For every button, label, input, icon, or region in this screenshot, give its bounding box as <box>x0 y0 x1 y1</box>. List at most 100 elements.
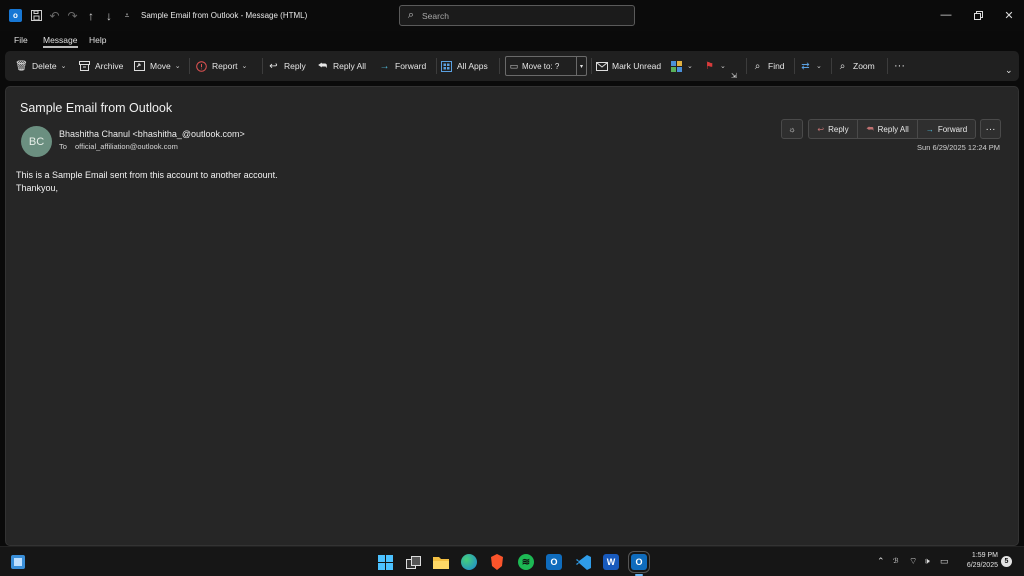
outlook-new-icon[interactable]: O <box>546 554 562 570</box>
menu-message[interactable]: Message <box>43 35 78 48</box>
categorize-button[interactable]: ⌄ <box>670 57 693 75</box>
categorize-icon <box>670 60 683 73</box>
forward-action-button[interactable]: → Forward <box>917 119 976 139</box>
clock-time: 1:59 PM <box>971 552 998 559</box>
reply-button[interactable]: ↩ Reply <box>267 57 305 75</box>
language-icon[interactable]: ℬ <box>893 557 899 565</box>
ribbon-divider <box>499 58 500 74</box>
message-pane: Sample Email from Outlook BC Bhashitha C… <box>5 86 1019 546</box>
follow-up-button[interactable]: ⚑ ⌄ <box>703 57 726 75</box>
chevron-down-icon: ⌄ <box>174 63 181 70</box>
more-actions-button[interactable]: ··· <box>980 119 1001 139</box>
sender-name[interactable]: Bhashitha Chanul <bhashitha_@outlook.com… <box>59 129 245 139</box>
reply-all-action-button[interactable]: ⮪ Reply All <box>857 119 918 139</box>
translate-button[interactable]: ⇄ ⌄ <box>799 57 822 75</box>
search-box[interactable]: ⌕ <box>399 5 635 26</box>
reply-all-button[interactable]: ⮪ Reply All <box>316 57 366 75</box>
find-button[interactable]: ⌕ Find <box>751 57 785 75</box>
ribbon-divider <box>436 58 437 74</box>
more-options-icon[interactable]: ··· <box>894 57 905 75</box>
forward-arrow-icon: → <box>925 124 934 134</box>
ribbon-divider <box>189 58 190 74</box>
brave-browser-icon[interactable] <box>489 554 505 570</box>
outlook-logo-icon: o <box>9 9 22 22</box>
trash-icon: 🗑 <box>15 60 28 72</box>
customize-toolbar-icon[interactable]: ⩡ <box>122 7 132 24</box>
menu-bar: File Message Help <box>0 31 1024 49</box>
translate-icon: ⇄ <box>801 60 810 72</box>
search-icon: ⌕ <box>407 9 415 21</box>
all-apps-button[interactable]: All Apps <box>440 57 488 75</box>
folder-icon: ▭ <box>509 60 519 71</box>
notification-badge[interactable]: 5 <box>1001 556 1012 567</box>
undo-icon[interactable]: ↶ <box>48 7 61 24</box>
reply-all-icon: ⮪ <box>317 60 328 72</box>
previous-item-icon[interactable]: ↑ <box>85 7 97 24</box>
ribbon-divider <box>831 58 832 74</box>
edge-browser-icon[interactable] <box>461 554 477 570</box>
expand-ribbon-chevron-icon[interactable]: ⌄ <box>1005 61 1013 79</box>
wifi-icon[interactable]: ⌔ <box>909 556 917 567</box>
system-clock[interactable]: 1:59 PM 6/29/2025 <box>954 551 998 571</box>
word-icon[interactable]: W <box>603 554 619 570</box>
archive-icon <box>78 60 91 73</box>
vscode-icon[interactable] <box>575 554 591 570</box>
move-folder-icon <box>133 60 146 73</box>
chevron-down-icon: ⌄ <box>687 63 693 70</box>
menu-help[interactable]: Help <box>89 35 106 45</box>
body-line: Thankyou, <box>16 183 59 193</box>
ribbon-divider <box>887 58 888 74</box>
report-button[interactable]: Report ⌄ <box>195 57 247 75</box>
move-to-quickstep[interactable]: ▭ Move to: ? ▾ <box>505 56 587 76</box>
battery-icon[interactable]: ▭ <box>940 556 949 567</box>
sun-icon: ☼ <box>788 124 796 134</box>
recipient-address[interactable]: official_affiliation@outlook.com <box>75 142 178 151</box>
zoom-button[interactable]: ⌕ Zoom <box>836 57 875 75</box>
chevron-down-icon: ⌄ <box>241 63 248 70</box>
forward-button[interactable]: → Forward <box>378 57 427 75</box>
outlook-classic-icon[interactable]: O <box>628 551 650 573</box>
chevron-down-icon: ⌄ <box>720 63 726 70</box>
envelope-icon <box>595 60 608 73</box>
avatar[interactable]: BC <box>21 126 52 157</box>
message-subject: Sample Email from Outlook <box>20 101 173 115</box>
to-label: To <box>59 142 67 151</box>
mark-unread-button[interactable]: Mark Unread <box>595 57 661 75</box>
move-button[interactable]: Move ⌄ <box>133 57 181 75</box>
redo-icon[interactable]: ↷ <box>66 7 79 24</box>
menu-file[interactable]: File <box>14 35 28 45</box>
title-bar: o ↶ ↷ ↑ ↓ ⩡ Sample Email from Outlook - … <box>0 0 1024 31</box>
volume-icon[interactable]: 🕩 <box>924 556 930 567</box>
expand-group-icon[interactable]: ⇲ <box>731 67 737 85</box>
reply-all-icon: ⮪ <box>866 124 874 133</box>
archive-button[interactable]: Archive <box>78 57 123 75</box>
task-view-icon[interactable] <box>405 554 421 570</box>
search-icon: ⌕ <box>754 60 761 72</box>
ribbon-divider <box>794 58 795 74</box>
taskbar: ≋ O W O ⌃ ℬ ⌔ 🕩 ▭ 1:59 PM 6/29/2025 5 <box>0 546 1024 576</box>
tray-overflow-chevron-icon[interactable]: ⌃ <box>877 556 885 567</box>
reply-action-button[interactable]: ↩ Reply <box>808 119 858 139</box>
restore-icon[interactable] <box>970 8 986 22</box>
delete-button[interactable]: 🗑 Delete ⌄ <box>15 57 66 75</box>
minimize-icon[interactable]: — <box>938 8 954 22</box>
message-body: This is a Sample Email sent from this ac… <box>16 169 278 195</box>
recipient-row: To official_affiliation@outlook.com <box>59 142 178 151</box>
reply-icon: ↩ <box>269 60 278 72</box>
widgets-icon[interactable] <box>10 554 26 570</box>
forward-arrow-icon: → <box>379 60 390 72</box>
spotify-icon[interactable]: ≋ <box>518 554 534 570</box>
windows-start-icon[interactable] <box>377 554 393 570</box>
more-options-icon: ··· <box>985 123 996 135</box>
next-item-icon[interactable]: ↓ <box>103 7 115 24</box>
ribbon-divider <box>262 58 263 74</box>
body-line: This is a Sample Email sent from this ac… <box>16 170 278 180</box>
file-explorer-icon[interactable] <box>433 554 449 570</box>
chevron-down-icon[interactable]: ▾ <box>576 57 586 75</box>
search-input[interactable] <box>422 10 622 21</box>
zoom-icon: ⌕ <box>839 60 846 72</box>
immersive-reader-button[interactable]: ☼ <box>781 119 803 139</box>
save-icon[interactable] <box>30 7 43 24</box>
close-icon[interactable]: ✕ <box>1001 8 1017 22</box>
ribbon-divider <box>591 58 592 74</box>
